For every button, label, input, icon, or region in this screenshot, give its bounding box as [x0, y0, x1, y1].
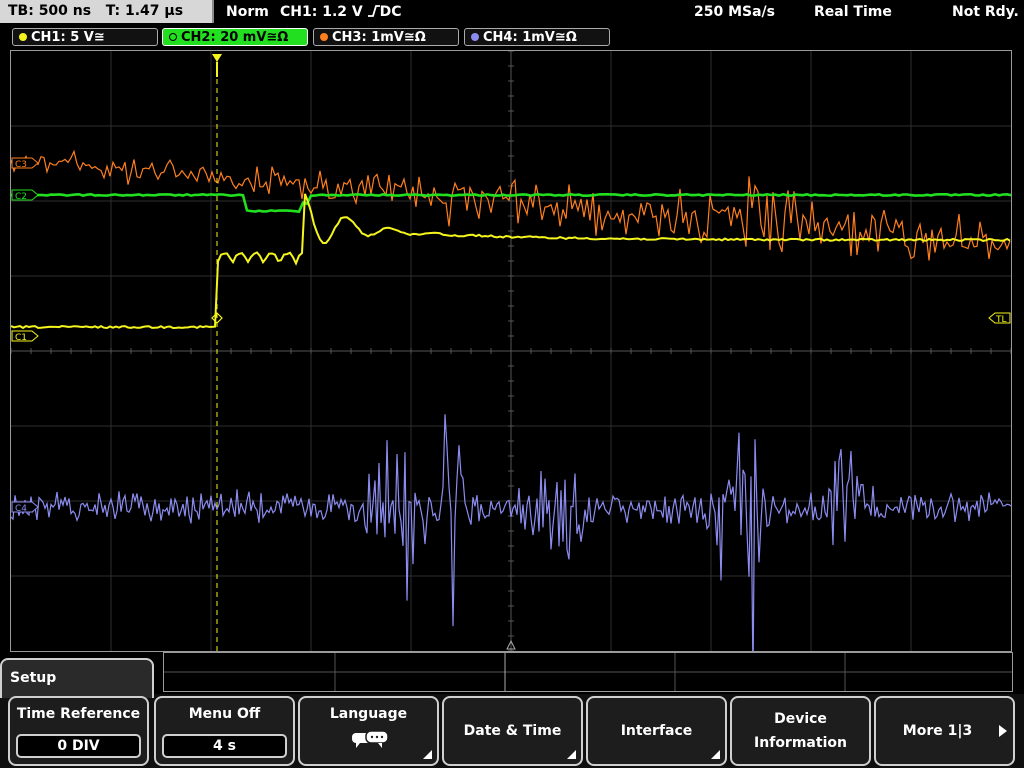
sample-rate: 250 MSa/s: [694, 4, 776, 20]
trigger-position-icon: [212, 54, 222, 77]
time-reference-value[interactable]: 0 DIV: [16, 734, 141, 758]
device-information-line1: Device: [774, 711, 827, 727]
channel-4-tab[interactable]: CH4: 1mV≅Ω: [464, 28, 610, 46]
trigger-time-value: T: 1.47 µs: [105, 3, 184, 19]
acquisition-mode: Real Time: [814, 4, 892, 20]
device-information-line2: Information: [754, 735, 847, 751]
trigger-level-marker: TL: [988, 312, 1011, 325]
waveform-plot: C3 C2 C1 C4 TL: [11, 51, 1011, 651]
svg-text:TL: TL: [995, 315, 1007, 325]
language-softkey[interactable]: Language: [298, 696, 439, 766]
channel-2-marker: C2: [11, 189, 39, 202]
device-information-softkey[interactable]: Device Information: [730, 696, 871, 766]
menu-off-value[interactable]: 4 s: [162, 734, 287, 758]
channel-1-dot-icon: [19, 32, 27, 41]
channel-3-tab[interactable]: CH3: 1mV≅Ω: [313, 28, 459, 46]
svg-text:C2: C2: [15, 192, 27, 202]
svg-text:C3: C3: [15, 160, 27, 170]
channel-2-tab[interactable]: CH2: 20 mV≅Ω: [162, 28, 308, 46]
channel-4-marker: C4: [11, 501, 39, 514]
speech-bubbles-icon: [352, 730, 389, 748]
svg-text:C1: C1: [15, 333, 27, 343]
timebase-display[interactable]: TB: 500 ns T: 1.47 µs: [0, 0, 214, 23]
language-label: Language: [329, 706, 408, 722]
channel-1-label: CH1: 5 V≅: [31, 30, 105, 45]
svg-text:C4: C4: [15, 504, 27, 514]
trigger-mode: Norm: [226, 4, 269, 20]
date-time-softkey[interactable]: Date & Time: [442, 696, 583, 766]
trigger-source: CH1: 1.2 V DC: [280, 0, 402, 24]
submenu-corner-icon: [567, 750, 576, 759]
channel-1-tab[interactable]: CH1: 5 V≅: [12, 28, 158, 46]
channel-3-marker: C3: [11, 157, 39, 170]
trigger-source-value: CH1: 1.2 V: [280, 4, 363, 20]
rising-edge-icon: [367, 5, 380, 17]
menu-title: Setup: [0, 658, 154, 698]
time-reference-softkey[interactable]: Time Reference 0 DIV: [8, 696, 149, 766]
menu-off-label: Menu Off: [188, 706, 261, 722]
channel-3-dot-icon: [320, 32, 328, 41]
ready-state: Not Rdy.: [952, 4, 1019, 20]
more-label: More 1|3: [902, 723, 973, 739]
submenu-corner-icon: [423, 750, 432, 759]
interface-label: Interface: [620, 723, 693, 739]
timebase-value: TB: 500 ns: [8, 3, 92, 19]
channel-4-dot-icon: [471, 32, 479, 41]
menu-off-softkey[interactable]: Menu Off 4 s: [154, 696, 295, 766]
channel-3-label: CH3: 1mV≅Ω: [332, 30, 426, 45]
more-softkey[interactable]: More 1|3: [874, 696, 1015, 766]
channel-4-label: CH4: 1mV≅Ω: [483, 30, 577, 45]
interface-softkey[interactable]: Interface: [586, 696, 727, 766]
channel-1-marker: C1: [11, 330, 39, 343]
time-reference-label: Time Reference: [16, 706, 141, 722]
trigger-coupling: DC: [379, 4, 402, 20]
device-information-label: Device Information: [732, 707, 869, 755]
submenu-corner-icon: [711, 750, 720, 759]
arrow-right-icon: [999, 725, 1007, 737]
date-time-label: Date & Time: [463, 723, 562, 739]
overview-grid: [164, 653, 1012, 691]
channel-2-dot-icon: [169, 32, 177, 41]
channel-2-label: CH2: 20 mV≅Ω: [181, 30, 289, 45]
grid: [11, 51, 1011, 651]
